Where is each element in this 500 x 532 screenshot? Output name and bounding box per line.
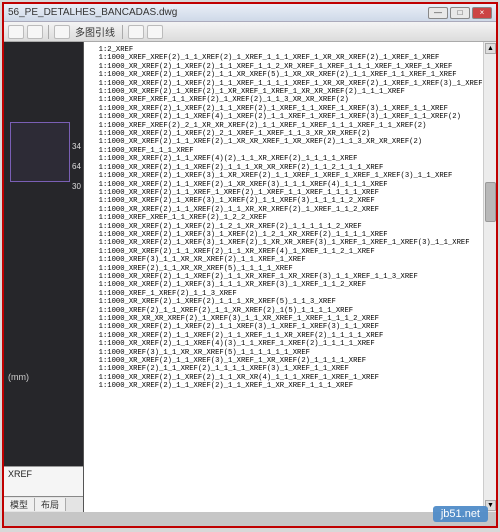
scrollbar-thumb[interactable] (485, 182, 496, 222)
scroll-up-arrow[interactable]: ▲ (485, 43, 496, 54)
tool-button[interactable] (8, 25, 24, 39)
tool-button[interactable] (27, 25, 43, 39)
app-window: 56_PE_DETALHES_BANCADAS.dwg — □ × 多图引线 3… (2, 2, 498, 528)
tab-layout[interactable]: 布局 (35, 498, 66, 511)
document-title: 56_PE_DETALHES_BANCADAS.dwg (8, 7, 428, 18)
tool-button[interactable] (54, 25, 70, 39)
command-line[interactable]: XREF (4, 466, 83, 496)
minimize-button[interactable]: — (428, 7, 448, 19)
tool-button[interactable] (128, 25, 144, 39)
cad-viewport[interactable]: 34 64 30 (mm) XREF 模型 布局 (4, 42, 84, 512)
dimension-value: 34 (72, 142, 81, 151)
close-button[interactable]: × (472, 7, 492, 19)
tab-model[interactable]: 模型 (4, 498, 35, 511)
dimension-value: 64 (72, 162, 81, 171)
command-text: XREF (8, 469, 32, 479)
dimension-value: 30 (72, 182, 81, 191)
xref-listing[interactable]: 1:2_XREF 1:1000_XREF_XREF(2)_1_1_XREF(2)… (84, 42, 496, 395)
separator (122, 25, 123, 39)
watermark: jb51.net (433, 506, 488, 522)
content-area: 34 64 30 (mm) XREF 模型 布局 1:2_XREF 1:1000… (4, 42, 496, 512)
vertical-scrollbar[interactable]: ▲ ▼ (483, 42, 496, 512)
separator (48, 25, 49, 39)
mtext-leader-label[interactable]: 多图引线 (73, 24, 117, 39)
maximize-button[interactable]: □ (450, 7, 470, 19)
ribbon-toolbar: 多图引线 (4, 22, 496, 42)
tool-button[interactable] (147, 25, 163, 39)
titlebar[interactable]: 56_PE_DETALHES_BANCADAS.dwg — □ × (4, 4, 496, 22)
window-controls: — □ × (428, 7, 492, 19)
units-label: (mm) (8, 372, 29, 382)
drawing-selection[interactable] (10, 122, 70, 182)
text-listing-panel: 1:2_XREF 1:1000_XREF_XREF(2)_1_1_XREF(2)… (84, 42, 496, 512)
model-layout-tabs: 模型 布局 (4, 496, 83, 512)
